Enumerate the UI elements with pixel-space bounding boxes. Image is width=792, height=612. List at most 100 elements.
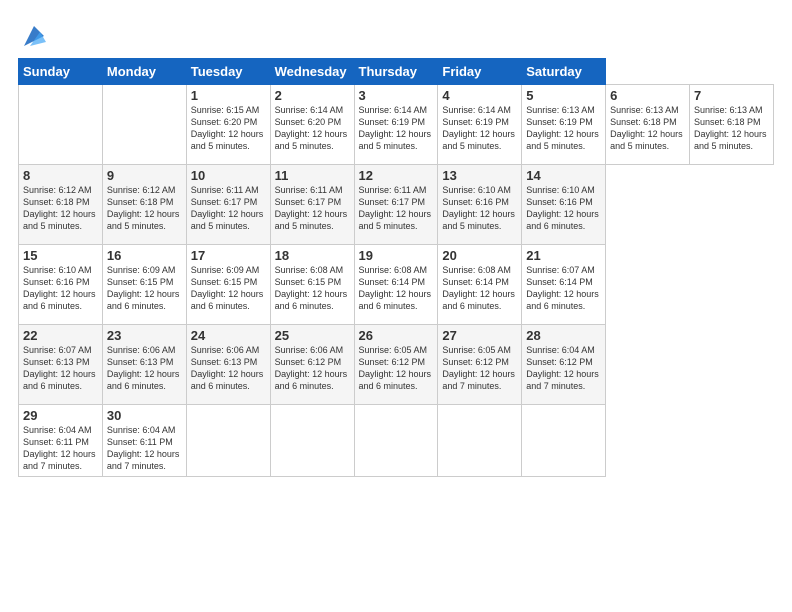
day-number: 26 [359,328,434,343]
day-info: Sunrise: 6:07 AMSunset: 6:13 PMDaylight:… [23,345,96,391]
day-info: Sunrise: 6:14 AMSunset: 6:19 PMDaylight:… [442,105,515,151]
day-cell: 3 Sunrise: 6:14 AMSunset: 6:19 PMDayligh… [354,85,438,165]
day-number: 18 [275,248,350,263]
day-cell: 11 Sunrise: 6:11 AMSunset: 6:17 PMDaylig… [270,165,354,245]
day-number: 15 [23,248,98,263]
header-cell-saturday: Saturday [522,59,606,85]
day-info: Sunrise: 6:08 AMSunset: 6:14 PMDaylight:… [442,265,515,311]
day-cell: 1 Sunrise: 6:15 AMSunset: 6:20 PMDayligh… [186,85,270,165]
day-info: Sunrise: 6:04 AMSunset: 6:12 PMDaylight:… [526,345,599,391]
day-info: Sunrise: 6:04 AMSunset: 6:11 PMDaylight:… [107,425,180,471]
day-number: 22 [23,328,98,343]
day-number: 27 [442,328,517,343]
day-cell: 22 Sunrise: 6:07 AMSunset: 6:13 PMDaylig… [19,325,103,405]
day-cell [186,405,270,477]
day-cell: 28 Sunrise: 6:04 AMSunset: 6:12 PMDaylig… [522,325,606,405]
day-number: 20 [442,248,517,263]
day-cell: 30 Sunrise: 6:04 AMSunset: 6:11 PMDaylig… [102,405,186,477]
day-cell: 18 Sunrise: 6:08 AMSunset: 6:15 PMDaylig… [270,245,354,325]
header-cell-monday: Monday [102,59,186,85]
day-cell: 7 Sunrise: 6:13 AMSunset: 6:18 PMDayligh… [690,85,774,165]
day-info: Sunrise: 6:12 AMSunset: 6:18 PMDaylight:… [107,185,180,231]
header-cell-thursday: Thursday [354,59,438,85]
day-info: Sunrise: 6:13 AMSunset: 6:18 PMDaylight:… [694,105,767,151]
week-row-4: 22 Sunrise: 6:07 AMSunset: 6:13 PMDaylig… [19,325,774,405]
day-info: Sunrise: 6:11 AMSunset: 6:17 PMDaylight:… [275,185,348,231]
day-cell: 25 Sunrise: 6:06 AMSunset: 6:12 PMDaylig… [270,325,354,405]
day-number: 6 [610,88,685,103]
day-info: Sunrise: 6:06 AMSunset: 6:13 PMDaylight:… [191,345,264,391]
day-info: Sunrise: 6:05 AMSunset: 6:12 PMDaylight:… [359,345,432,391]
day-cell: 16 Sunrise: 6:09 AMSunset: 6:15 PMDaylig… [102,245,186,325]
header-cell-tuesday: Tuesday [186,59,270,85]
day-info: Sunrise: 6:10 AMSunset: 6:16 PMDaylight:… [526,185,599,231]
day-number: 5 [526,88,601,103]
day-info: Sunrise: 6:05 AMSunset: 6:12 PMDaylight:… [442,345,515,391]
header-cell-wednesday: Wednesday [270,59,354,85]
day-cell: 15 Sunrise: 6:10 AMSunset: 6:16 PMDaylig… [19,245,103,325]
day-number: 28 [526,328,601,343]
day-cell: 21 Sunrise: 6:07 AMSunset: 6:14 PMDaylig… [522,245,606,325]
day-number: 19 [359,248,434,263]
header [18,18,774,50]
day-cell: 19 Sunrise: 6:08 AMSunset: 6:14 PMDaylig… [354,245,438,325]
day-cell: 24 Sunrise: 6:06 AMSunset: 6:13 PMDaylig… [186,325,270,405]
day-cell: 14 Sunrise: 6:10 AMSunset: 6:16 PMDaylig… [522,165,606,245]
day-number: 29 [23,408,98,423]
day-info: Sunrise: 6:08 AMSunset: 6:15 PMDaylight:… [275,265,348,311]
week-row-5: 29 Sunrise: 6:04 AMSunset: 6:11 PMDaylig… [19,405,774,477]
day-number: 21 [526,248,601,263]
day-info: Sunrise: 6:13 AMSunset: 6:18 PMDaylight:… [610,105,683,151]
day-info: Sunrise: 6:10 AMSunset: 6:16 PMDaylight:… [442,185,515,231]
day-cell: 8 Sunrise: 6:12 AMSunset: 6:18 PMDayligh… [19,165,103,245]
week-row-3: 15 Sunrise: 6:10 AMSunset: 6:16 PMDaylig… [19,245,774,325]
day-cell: 6 Sunrise: 6:13 AMSunset: 6:18 PMDayligh… [606,85,690,165]
day-number: 9 [107,168,182,183]
day-cell: 9 Sunrise: 6:12 AMSunset: 6:18 PMDayligh… [102,165,186,245]
day-cell [19,85,103,165]
day-number: 30 [107,408,182,423]
day-info: Sunrise: 6:07 AMSunset: 6:14 PMDaylight:… [526,265,599,311]
header-cell-friday: Friday [438,59,522,85]
day-number: 4 [442,88,517,103]
day-info: Sunrise: 6:08 AMSunset: 6:14 PMDaylight:… [359,265,432,311]
day-info: Sunrise: 6:09 AMSunset: 6:15 PMDaylight:… [107,265,180,311]
day-cell: 27 Sunrise: 6:05 AMSunset: 6:12 PMDaylig… [438,325,522,405]
day-number: 25 [275,328,350,343]
day-info: Sunrise: 6:11 AMSunset: 6:17 PMDaylight:… [359,185,432,231]
day-info: Sunrise: 6:12 AMSunset: 6:18 PMDaylight:… [23,185,96,231]
day-cell: 29 Sunrise: 6:04 AMSunset: 6:11 PMDaylig… [19,405,103,477]
day-cell [354,405,438,477]
logo-icon [20,22,48,50]
day-number: 12 [359,168,434,183]
day-info: Sunrise: 6:11 AMSunset: 6:17 PMDaylight:… [191,185,264,231]
day-cell [102,85,186,165]
day-cell: 4 Sunrise: 6:14 AMSunset: 6:19 PMDayligh… [438,85,522,165]
header-row: SundayMondayTuesdayWednesdayThursdayFrid… [19,59,774,85]
day-number: 8 [23,168,98,183]
day-number: 1 [191,88,266,103]
day-info: Sunrise: 6:14 AMSunset: 6:19 PMDaylight:… [359,105,432,151]
day-info: Sunrise: 6:09 AMSunset: 6:15 PMDaylight:… [191,265,264,311]
day-number: 16 [107,248,182,263]
header-cell-sunday: Sunday [19,59,103,85]
day-number: 14 [526,168,601,183]
day-cell: 13 Sunrise: 6:10 AMSunset: 6:16 PMDaylig… [438,165,522,245]
day-number: 24 [191,328,266,343]
day-info: Sunrise: 6:06 AMSunset: 6:12 PMDaylight:… [275,345,348,391]
week-row-2: 8 Sunrise: 6:12 AMSunset: 6:18 PMDayligh… [19,165,774,245]
day-cell [438,405,522,477]
logo [18,22,48,50]
day-number: 7 [694,88,769,103]
day-cell: 2 Sunrise: 6:14 AMSunset: 6:20 PMDayligh… [270,85,354,165]
day-info: Sunrise: 6:14 AMSunset: 6:20 PMDaylight:… [275,105,348,151]
day-number: 23 [107,328,182,343]
day-cell [522,405,606,477]
day-info: Sunrise: 6:10 AMSunset: 6:16 PMDaylight:… [23,265,96,311]
day-info: Sunrise: 6:06 AMSunset: 6:13 PMDaylight:… [107,345,180,391]
day-info: Sunrise: 6:13 AMSunset: 6:19 PMDaylight:… [526,105,599,151]
day-number: 2 [275,88,350,103]
week-row-1: 1 Sunrise: 6:15 AMSunset: 6:20 PMDayligh… [19,85,774,165]
day-cell: 12 Sunrise: 6:11 AMSunset: 6:17 PMDaylig… [354,165,438,245]
day-number: 10 [191,168,266,183]
